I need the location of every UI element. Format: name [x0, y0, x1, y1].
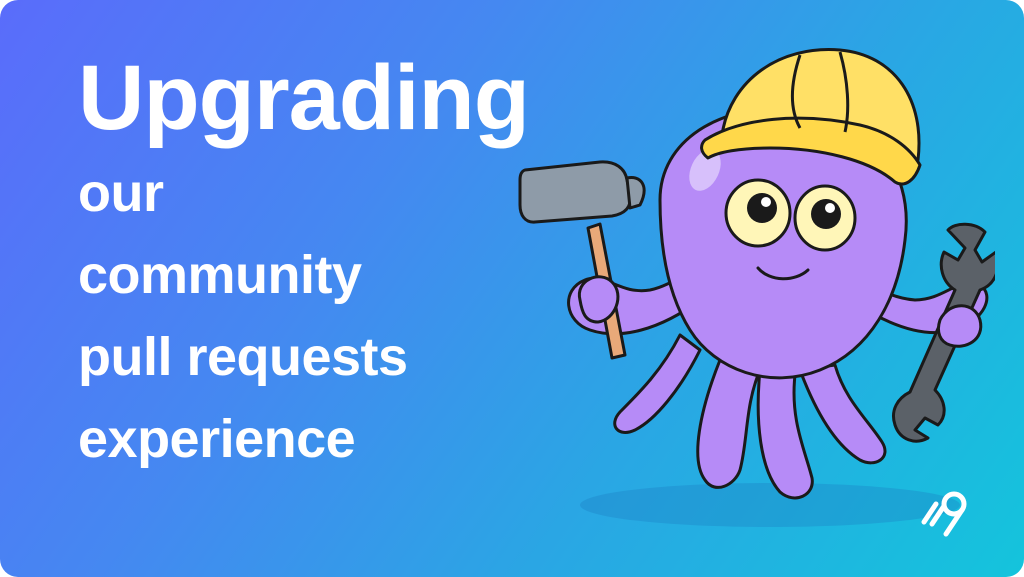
headline-line-5: experience	[78, 409, 356, 469]
headline-line-2: our	[78, 163, 164, 223]
octopus-mascot-icon	[518, 48, 995, 527]
headline-line-1: Upgrading	[78, 47, 530, 149]
headline: Upgrading our community pull requests ex…	[78, 46, 530, 480]
headline-line-4: pull requests	[78, 327, 408, 387]
headline-line-3: community	[78, 245, 362, 305]
brand-logo-icon	[921, 491, 967, 537]
banner-card: Upgrading our community pull requests ex…	[0, 0, 1024, 577]
